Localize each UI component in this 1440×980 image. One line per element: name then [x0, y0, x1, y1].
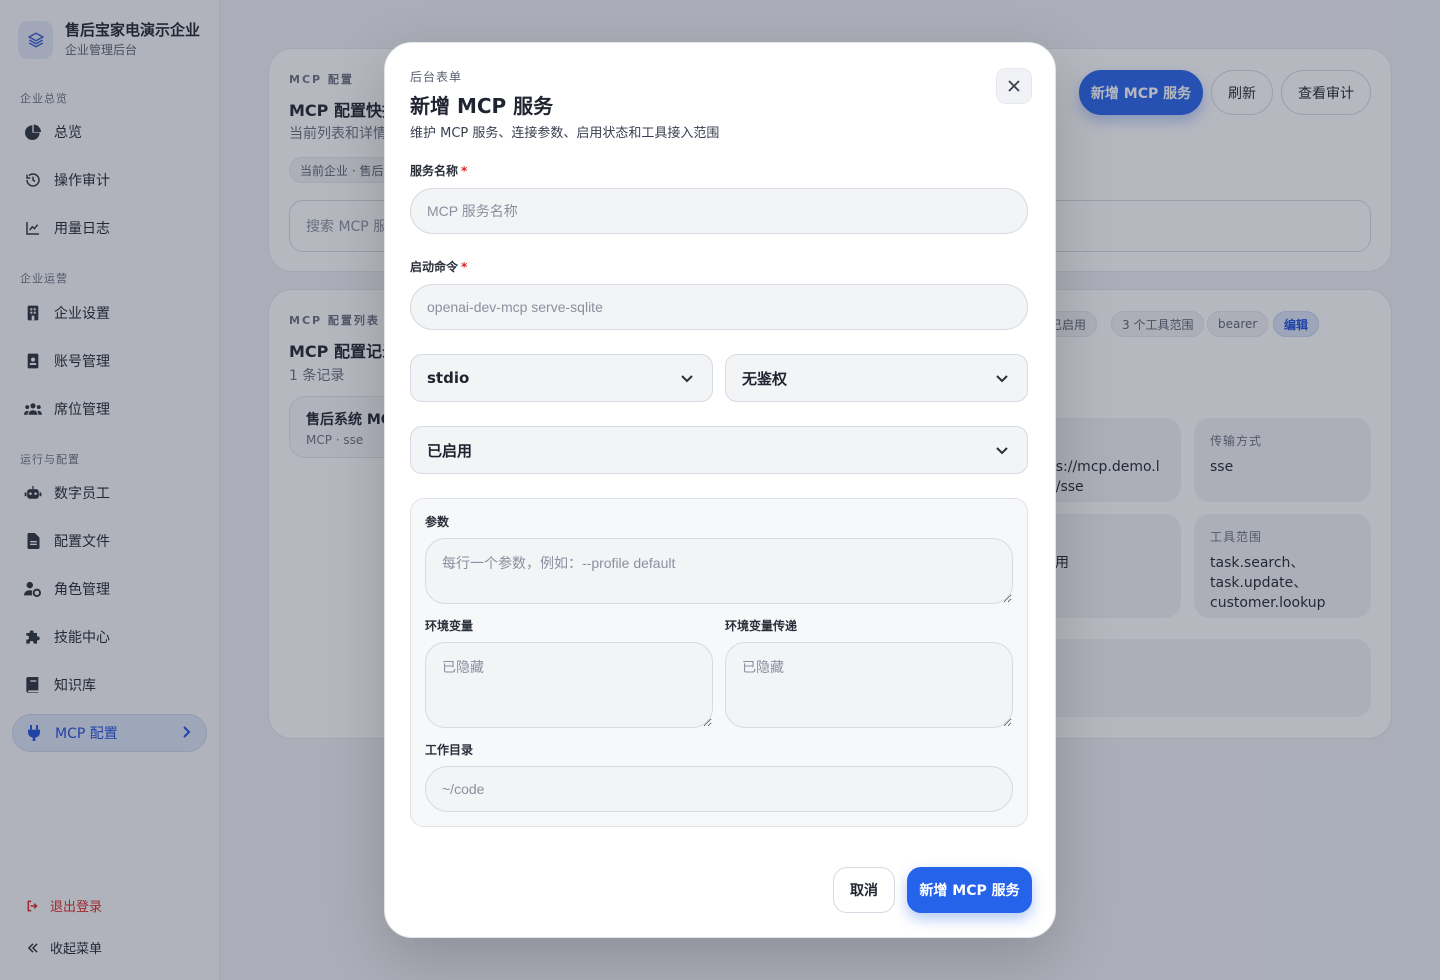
service-name-label: 服务名称 *	[410, 164, 468, 178]
modal-subtitle: 维护 MCP 服务、连接参数、启用状态和工具接入范围	[410, 126, 720, 141]
transport-value: stdio	[427, 369, 470, 387]
status-value: 已启用	[427, 441, 473, 460]
submit-button[interactable]: 新增 MCP 服务	[907, 867, 1032, 913]
close-icon	[1008, 80, 1020, 92]
service-name-input[interactable]	[410, 188, 1028, 234]
chevron-down-icon	[680, 371, 694, 389]
advanced-params-group: 参数 环境变量 环境变量传递 工作目录	[410, 498, 1028, 827]
workdir-input[interactable]	[425, 766, 1013, 812]
env-pass-label: 环境变量传递	[725, 619, 798, 633]
command-input[interactable]	[410, 284, 1028, 330]
env-pass-textarea[interactable]	[725, 642, 1013, 728]
cancel-button[interactable]: 取消	[833, 867, 895, 913]
chevron-down-icon	[995, 371, 1009, 389]
command-label: 启动命令 *	[410, 260, 468, 274]
close-button[interactable]	[996, 68, 1032, 104]
status-select[interactable]: 已启用	[410, 426, 1028, 474]
args-label: 参数	[425, 515, 450, 529]
modal-eyebrow: 后台表单	[410, 70, 463, 84]
env-textarea[interactable]	[425, 642, 713, 728]
chevron-down-icon	[995, 443, 1009, 461]
workdir-label: 工作目录	[425, 743, 474, 757]
args-textarea[interactable]	[425, 538, 1013, 604]
transport-select[interactable]: stdio	[410, 354, 713, 402]
add-mcp-modal: 后台表单 新增 MCP 服务 维护 MCP 服务、连接参数、启用状态和工具接入范…	[384, 42, 1056, 938]
env-label: 环境变量	[425, 619, 474, 633]
auth-select[interactable]: 无鉴权	[725, 354, 1028, 402]
auth-value: 无鉴权	[742, 369, 788, 388]
modal-title: 新增 MCP 服务	[410, 94, 554, 118]
